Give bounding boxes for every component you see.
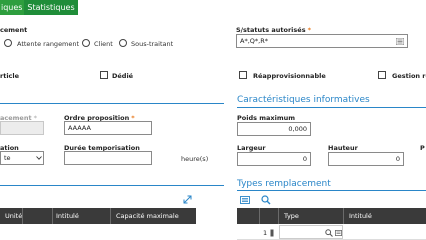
col-separator — [278, 208, 279, 224]
carac-section-title: Caractéristiques informatives — [237, 95, 370, 105]
dedie-checkbox[interactable] — [100, 71, 108, 79]
largeur-label: Largeur — [237, 144, 266, 152]
ordre-field[interactable]: AAAAA — [64, 121, 152, 135]
list-icon[interactable] — [396, 38, 404, 45]
p-label: P — [420, 144, 425, 152]
largeur-field[interactable]: 0 — [237, 152, 311, 166]
row-menu-icon[interactable] — [270, 229, 274, 237]
types-section-title: Types remplacement — [237, 179, 331, 189]
expand-icon[interactable] — [183, 195, 192, 204]
type-cell[interactable] — [279, 225, 343, 239]
list-icon[interactable] — [335, 230, 342, 236]
carac-separator — [237, 107, 426, 108]
gestion-checkbox[interactable] — [378, 71, 386, 79]
radio-sous-traitant[interactable] — [119, 39, 127, 47]
left-separator — [0, 103, 224, 104]
col-separator — [343, 208, 344, 224]
hauteur-label: Hauteur — [328, 144, 358, 152]
dedie-label: Dédié — [112, 72, 134, 80]
article-label: rticle — [0, 72, 20, 80]
radio-attente-label: Attente rangement — [17, 40, 80, 48]
left-separator-2 — [0, 185, 224, 186]
tab-logistiques[interactable]: iques — [0, 0, 24, 15]
radio-client[interactable] — [82, 39, 90, 47]
col-type[interactable]: Type — [284, 208, 299, 224]
types-separator — [237, 190, 426, 191]
table-row[interactable]: 1 — [237, 225, 426, 240]
tab-statistiques[interactable]: Statistiques — [24, 0, 78, 15]
capacity-table-header: Unité Intitulé Capacité maximale — [0, 208, 196, 224]
reappro-checkbox[interactable] — [239, 71, 247, 79]
radio-client-label: Client — [94, 40, 113, 48]
col-unite[interactable]: Unité — [5, 208, 22, 224]
col-separator — [259, 208, 260, 224]
statuts-field[interactable]: A*,Q*,R* — [236, 34, 408, 48]
poids-field[interactable]: 0,000 — [237, 122, 311, 136]
duree-unit: heure(s) — [181, 155, 209, 163]
types-table-header: Type Intitulé — [237, 208, 426, 224]
reappro-label: Réapprovisionnable — [253, 72, 326, 80]
search-icon[interactable] — [325, 229, 333, 237]
gestion-label: Gestion re — [392, 72, 426, 80]
radio-attente[interactable] — [4, 39, 12, 47]
row-number: 1 — [263, 229, 268, 237]
hauteur-field[interactable]: 0 — [328, 152, 404, 166]
col-intitule[interactable]: Intitulé — [56, 208, 79, 224]
col-capacite[interactable]: Capacité maximale — [116, 208, 179, 224]
emplacement-field — [0, 121, 44, 135]
col-type-intitule[interactable]: Intitulé — [349, 208, 372, 224]
radio-sous-traitant-label: Sous-traitant — [131, 40, 174, 48]
duree-field[interactable] — [64, 151, 152, 165]
statuts-label: S/statuts autorisés * — [236, 26, 311, 34]
col-separator — [110, 208, 111, 224]
col-separator — [52, 208, 53, 224]
poids-label: Poids maximum — [237, 114, 295, 122]
list-icon[interactable] — [240, 196, 250, 204]
rangement-label: cement — [0, 26, 28, 34]
search-icon[interactable] — [261, 195, 271, 205]
dropdown-icon[interactable] — [36, 156, 42, 160]
